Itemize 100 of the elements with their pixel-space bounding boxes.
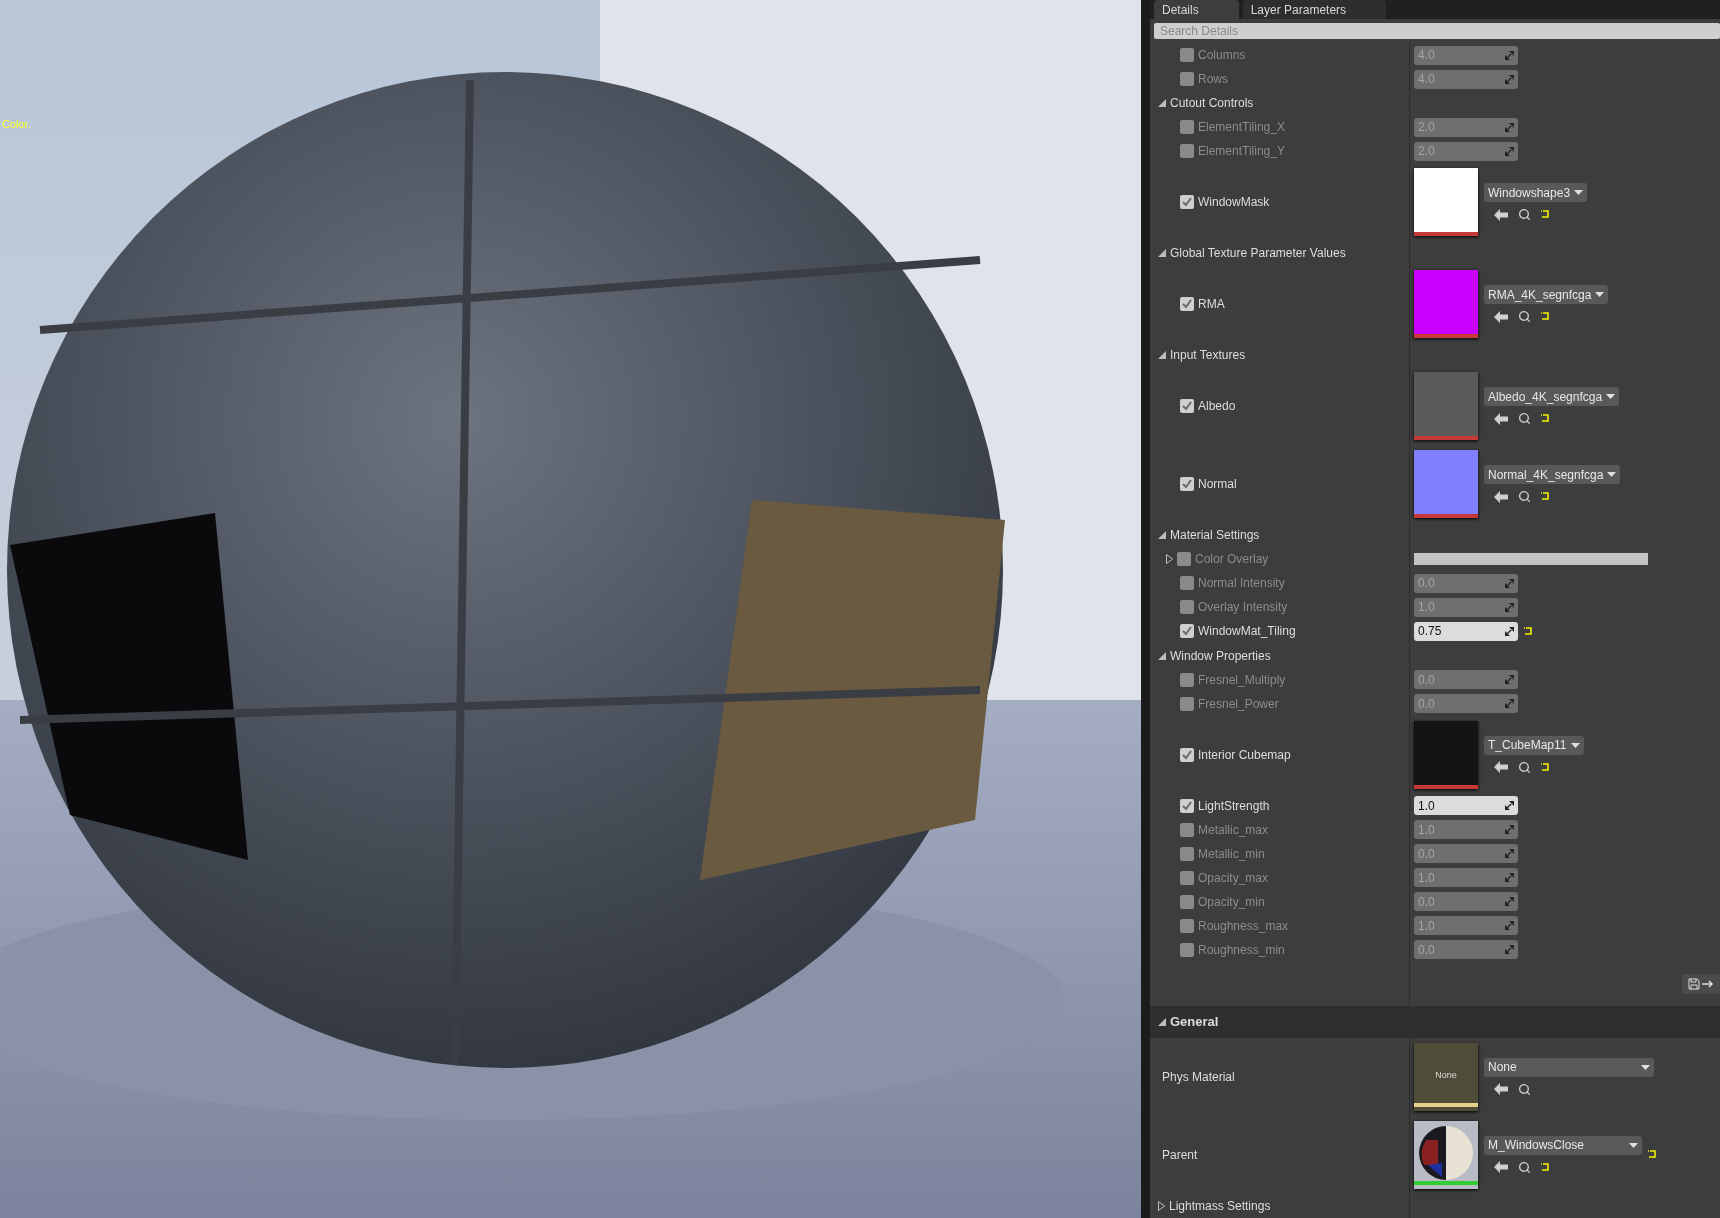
asset-dropdown[interactable]: Albedo_4K_segnfcga xyxy=(1484,387,1620,407)
number-field[interactable]: 0.75 xyxy=(1414,621,1518,641)
expand-triangle-icon[interactable] xyxy=(1158,1200,1165,1211)
panel-tab[interactable]: Layer Parameters xyxy=(1242,0,1387,19)
drag-arrows-icon xyxy=(1505,122,1514,132)
search-field[interactable]: Search Details xyxy=(1154,23,1720,39)
asset-dropdown[interactable]: None xyxy=(1484,1057,1654,1077)
drag-arrows-icon xyxy=(1505,825,1514,835)
section-title[interactable]: General xyxy=(1170,1014,1219,1030)
reset-arrow-icon[interactable] xyxy=(1648,1150,1657,1160)
checkbox[interactable] xyxy=(1180,894,1194,909)
checkbox[interactable] xyxy=(1180,576,1194,591)
sphere-icon xyxy=(1418,1124,1474,1181)
checkbox[interactable] xyxy=(1180,477,1194,492)
left-arrow-icon[interactable] xyxy=(1494,412,1508,425)
left-arrow-icon[interactable] xyxy=(1494,490,1508,503)
reset-arrow-icon[interactable] xyxy=(1541,492,1550,502)
section-header-bar[interactable]: General xyxy=(1150,1005,1720,1038)
search-icon[interactable] xyxy=(1518,208,1531,222)
asset-thumbnail[interactable] xyxy=(1414,1120,1478,1189)
checkbox[interactable] xyxy=(1180,942,1194,957)
collapse-triangle-icon[interactable] xyxy=(1158,651,1166,660)
section-title[interactable]: Cutout Controls xyxy=(1170,96,1254,111)
checkbox[interactable] xyxy=(1180,747,1194,762)
search-icon[interactable] xyxy=(1518,760,1531,774)
checkbox[interactable] xyxy=(1180,696,1194,711)
property-label: Parent xyxy=(1162,1147,1198,1162)
caret-icon xyxy=(1641,1064,1650,1070)
checkbox[interactable] xyxy=(1180,918,1194,933)
expand-triangle-icon[interactable] xyxy=(1166,554,1173,565)
collapse-triangle-icon[interactable] xyxy=(1158,531,1166,540)
drag-arrows-icon xyxy=(1505,578,1514,588)
reset-arrow-icon[interactable] xyxy=(1541,762,1550,772)
search-icon[interactable] xyxy=(1518,412,1531,426)
collapse-triangle-icon[interactable] xyxy=(1158,1017,1166,1026)
section-title[interactable]: Lightmass Settings xyxy=(1169,1198,1271,1213)
left-arrow-icon[interactable] xyxy=(1494,208,1508,221)
caret-icon xyxy=(1595,292,1605,298)
save-icon xyxy=(1688,977,1700,990)
search-icon[interactable] xyxy=(1518,490,1531,504)
section-title[interactable]: Input Textures xyxy=(1170,348,1246,363)
checkbox[interactable] xyxy=(1177,552,1191,567)
checkbox[interactable] xyxy=(1180,624,1194,639)
section-title[interactable]: Global Texture Parameter Values xyxy=(1170,246,1346,261)
asset-dropdown[interactable]: M_WindowsClose xyxy=(1484,1135,1642,1155)
caret-icon xyxy=(1606,394,1616,400)
color-swatch[interactable] xyxy=(1414,553,1648,566)
section-title[interactable]: Window Properties xyxy=(1170,648,1271,663)
number-field[interactable]: 1.0 xyxy=(1414,796,1518,816)
checkbox[interactable] xyxy=(1180,144,1194,159)
parameter-label: Fresnel_Power xyxy=(1198,696,1279,711)
asset-dropdown[interactable]: Normal_4K_segnfcga xyxy=(1484,465,1621,485)
parameter-label: ElementTiling_Y xyxy=(1198,144,1285,159)
asset-thumbnail[interactable]: None xyxy=(1414,1042,1478,1111)
save-to-button[interactable] xyxy=(1682,973,1720,994)
parameter-label: Opacity_max xyxy=(1198,870,1269,885)
reset-arrow-icon[interactable] xyxy=(1541,414,1550,424)
checkbox[interactable] xyxy=(1180,195,1194,210)
checkbox[interactable] xyxy=(1180,600,1194,615)
checkbox[interactable] xyxy=(1180,48,1194,62)
checkbox[interactable] xyxy=(1180,672,1194,687)
viewport-label: Color. xyxy=(2,118,31,130)
checkbox[interactable] xyxy=(1180,399,1194,414)
parameter-label: Roughness_min xyxy=(1198,942,1285,957)
texture-thumbnail[interactable] xyxy=(1414,720,1478,789)
texture-thumbnail[interactable] xyxy=(1414,168,1478,237)
left-arrow-icon[interactable] xyxy=(1494,761,1508,774)
checkbox[interactable] xyxy=(1180,870,1194,885)
reset-arrow-icon[interactable] xyxy=(1541,210,1550,220)
checkbox[interactable] xyxy=(1180,120,1194,135)
asset-dropdown[interactable]: RMA_4K_segnfcga xyxy=(1484,285,1609,305)
search-icon[interactable] xyxy=(1518,310,1531,324)
left-arrow-icon[interactable] xyxy=(1494,1161,1508,1174)
reset-arrow-icon[interactable] xyxy=(1524,626,1533,636)
reset-arrow-icon[interactable] xyxy=(1541,312,1550,322)
texture-thumbnail[interactable] xyxy=(1414,270,1478,339)
asset-dropdown[interactable]: T_CubeMap11 xyxy=(1484,735,1584,755)
parameter-label: WindowMat_Tiling xyxy=(1198,624,1296,639)
checkbox[interactable] xyxy=(1180,822,1194,837)
checkbox[interactable] xyxy=(1180,297,1194,312)
left-arrow-icon[interactable] xyxy=(1494,310,1508,323)
drag-arrows-icon xyxy=(1505,146,1514,156)
parameter-label: RMA xyxy=(1198,297,1225,312)
search-icon[interactable] xyxy=(1518,1082,1531,1096)
reset-arrow-icon[interactable] xyxy=(1541,1162,1550,1172)
panel-tab[interactable]: Details xyxy=(1154,0,1239,19)
checkbox[interactable] xyxy=(1180,798,1194,813)
texture-thumbnail[interactable] xyxy=(1414,372,1478,441)
collapse-triangle-icon[interactable] xyxy=(1158,99,1166,108)
collapse-triangle-icon[interactable] xyxy=(1158,351,1166,360)
right-arrow-icon xyxy=(1702,979,1714,988)
collapse-triangle-icon[interactable] xyxy=(1158,249,1166,258)
search-icon[interactable] xyxy=(1518,1160,1531,1174)
checkbox[interactable] xyxy=(1180,846,1194,861)
asset-dropdown[interactable]: Windowshape3 xyxy=(1484,183,1588,203)
checkbox[interactable] xyxy=(1180,72,1194,87)
section-title[interactable]: Material Settings xyxy=(1170,528,1260,543)
left-arrow-icon[interactable] xyxy=(1494,1083,1508,1096)
parameter-label: Normal xyxy=(1198,477,1237,492)
texture-thumbnail[interactable] xyxy=(1414,450,1478,519)
